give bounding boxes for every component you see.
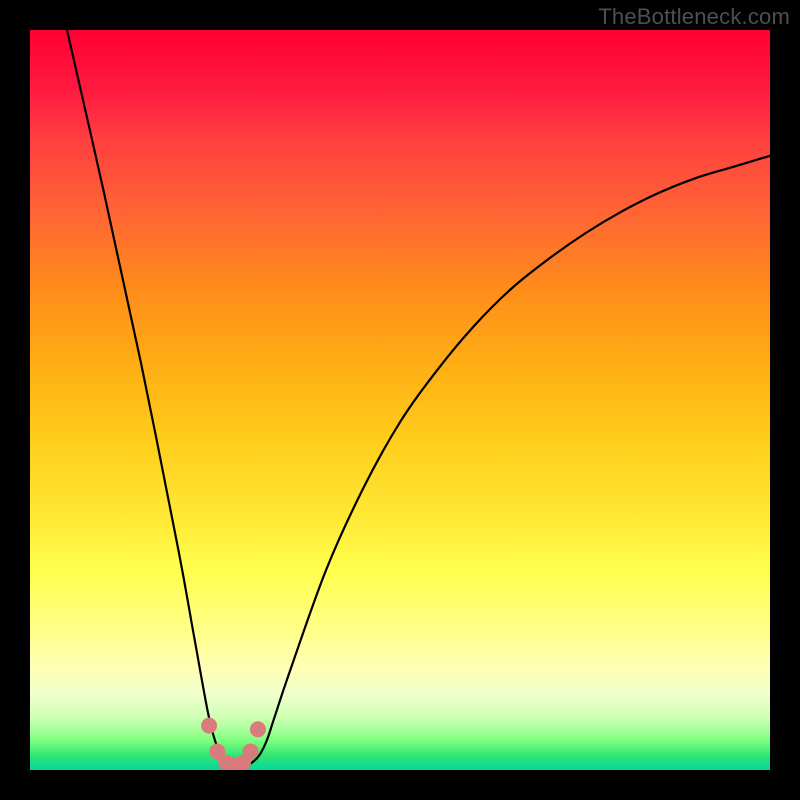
curve-layer — [30, 30, 770, 770]
plot-area — [30, 30, 770, 770]
watermark-text: TheBottleneck.com — [598, 4, 790, 30]
marker-dot — [243, 744, 259, 760]
marker-dot — [201, 718, 217, 734]
marker-dot — [250, 721, 266, 737]
chart-frame: TheBottleneck.com — [0, 0, 800, 800]
bottleneck-curve-path — [67, 30, 770, 768]
marker-group — [201, 718, 266, 770]
